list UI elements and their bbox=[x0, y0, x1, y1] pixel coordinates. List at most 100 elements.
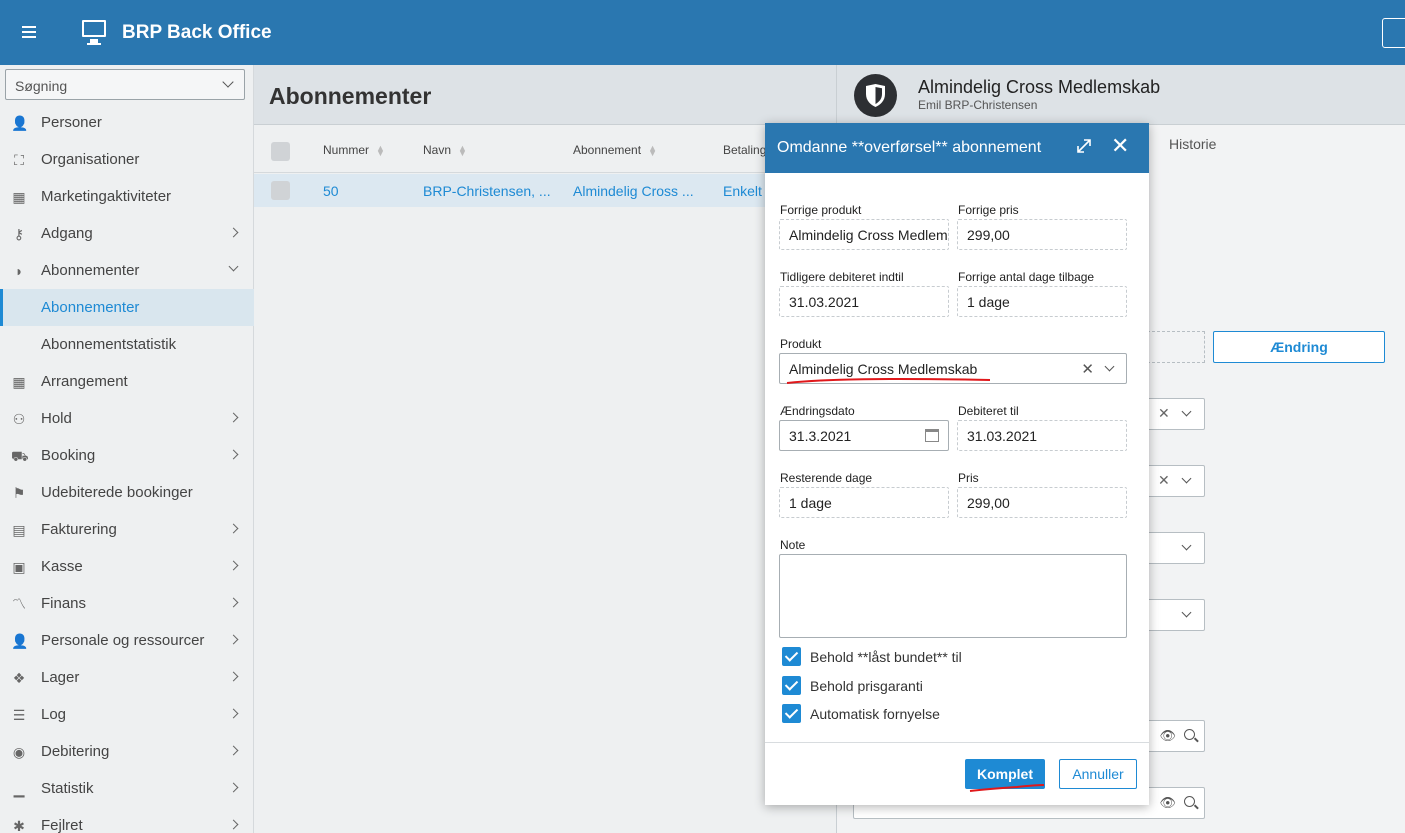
dialog-title: Omdanne **overførsel** abonnement bbox=[777, 139, 1042, 156]
chevron-right-icon bbox=[228, 412, 239, 423]
trend-icon: 〽 bbox=[12, 596, 26, 612]
chevron-down-icon[interactable] bbox=[1104, 361, 1115, 372]
sidebar-item[interactable]: 👤 Personale og ressourcer bbox=[0, 622, 254, 659]
sort-icon: ▲ ▼ bbox=[376, 142, 385, 158]
sidebar-item-label: Fakturering bbox=[41, 521, 117, 538]
detail-select[interactable] bbox=[1147, 599, 1205, 631]
sidebar-item[interactable]: ▣ Kasse bbox=[0, 548, 254, 585]
annotation-underline bbox=[786, 378, 991, 384]
prev-product-field: Almindelig Cross Medlemskab bbox=[779, 219, 949, 250]
flag-icon: ⚑ bbox=[12, 485, 26, 501]
eye-icon: 👁 bbox=[1159, 795, 1176, 810]
eye-icon: 👁 bbox=[1159, 728, 1176, 743]
sidebar-item-label: Debitering bbox=[41, 743, 110, 760]
chevron-right-icon bbox=[228, 227, 239, 238]
expand-icon[interactable] bbox=[1075, 137, 1093, 155]
topbar-right-button[interactable] bbox=[1382, 18, 1405, 48]
person-icon: 👤 bbox=[11, 115, 29, 131]
group-icon: ⚇ bbox=[12, 411, 26, 427]
prev-billed-field: 31.03.2021 bbox=[779, 286, 949, 317]
chevron-right-icon bbox=[228, 708, 239, 719]
sidebar-item[interactable]: 〽 Finans bbox=[0, 585, 254, 622]
tab-history[interactable]: Historie bbox=[1169, 136, 1216, 152]
prev-billed-label: Tidligere debiteret indtil bbox=[780, 270, 904, 284]
chevron-right-icon bbox=[228, 819, 239, 830]
chevron-down-icon bbox=[1181, 406, 1192, 417]
table-header: Nummer ▲ ▼ Navn ▲ ▼ Abonnement ▲ ▼ Betaling bbox=[254, 125, 836, 173]
sidebar-item-label: Hold bbox=[41, 410, 72, 427]
sidebar-item-label: Lager bbox=[41, 669, 80, 686]
prev-price-field: 299,00 bbox=[957, 219, 1127, 250]
keep-locked-label: Behold **låst bundet** til bbox=[810, 649, 962, 665]
sort-icon: ▲ ▼ bbox=[458, 142, 467, 158]
keep-locked-checkbox[interactable] bbox=[782, 647, 801, 666]
cell-nummer[interactable]: 50 bbox=[323, 183, 339, 199]
sidebar-item[interactable]: ▤ Fakturering bbox=[0, 511, 254, 548]
change-date-value: 31.3.2021 bbox=[789, 428, 852, 444]
chevron-right-icon bbox=[228, 634, 239, 645]
sidebar-item[interactable]: ☰ Log bbox=[0, 696, 254, 733]
sidebar-item[interactable]: ❖ Lager bbox=[0, 659, 254, 696]
sidebar-item[interactable]: ◗ Abonnementer bbox=[0, 252, 254, 289]
clear-icon[interactable]: ✕ bbox=[1081, 360, 1094, 378]
column-header-abonnement[interactable]: Abonnement ▲ ▼ bbox=[573, 143, 657, 157]
bug-icon: ✱ bbox=[13, 818, 25, 833]
select-all-checkbox[interactable] bbox=[271, 142, 290, 161]
page-title: Abonnementer bbox=[269, 83, 432, 109]
cancel-button[interactable]: Annuller bbox=[1059, 759, 1137, 789]
boxes-icon: ❖ bbox=[12, 670, 26, 686]
annotation-underline bbox=[969, 784, 1045, 792]
close-icon[interactable]: ✕ bbox=[1111, 135, 1129, 157]
sidebar-item[interactable]: Abonnementstatistik bbox=[0, 326, 254, 363]
invoice-icon: ▤ bbox=[12, 522, 26, 538]
detail-select[interactable] bbox=[1147, 532, 1205, 564]
auto-renew-checkbox[interactable] bbox=[782, 704, 801, 723]
key-icon: ⚷ bbox=[13, 226, 25, 242]
note-label: Note bbox=[780, 538, 806, 552]
calendar-icon[interactable] bbox=[925, 429, 939, 442]
change-date-label: Ændringsdato bbox=[780, 404, 855, 418]
sidebar-item[interactable]: ⚷ Adgang bbox=[0, 215, 254, 252]
sidebar-item[interactable]: ⚇ Hold bbox=[0, 400, 254, 437]
search-icon bbox=[1184, 729, 1195, 740]
hamburger-menu-icon[interactable] bbox=[22, 26, 36, 41]
keep-price-guarantee-label: Behold prisgaranti bbox=[810, 678, 923, 694]
note-textarea[interactable] bbox=[779, 554, 1127, 638]
prev-price-label: Forrige pris bbox=[958, 203, 1019, 217]
sidebar-item[interactable]: ▁ Statistik bbox=[0, 770, 254, 807]
sidebar-item[interactable]: ⚑ Udebiterede bookinger bbox=[0, 474, 254, 511]
dialog-header: Omdanne **overførsel** abonnement ✕ bbox=[765, 123, 1149, 173]
search-icon bbox=[1184, 796, 1195, 807]
change-date-field[interactable]: 31.3.2021 bbox=[779, 420, 949, 451]
sidebar-item[interactable]: 👤 Personer bbox=[0, 104, 254, 141]
sidebar-item[interactable]: ⛟ Booking bbox=[0, 437, 254, 474]
sidebar-item-label: Adgang bbox=[41, 225, 93, 242]
detail-select[interactable]: ✕ bbox=[1147, 465, 1205, 497]
chevron-right-icon bbox=[228, 745, 239, 756]
cell-abonnement[interactable]: Almindelig Cross ... bbox=[573, 183, 694, 199]
cell-navn[interactable]: BRP-Christensen, ... bbox=[423, 183, 551, 199]
sidebar-item[interactable]: ▦ Marketingaktiviteter bbox=[0, 178, 254, 215]
dialog-footer-divider bbox=[765, 742, 1149, 743]
clear-icon: ✕ bbox=[1158, 405, 1170, 421]
sidebar-item[interactable]: ◉ Debitering bbox=[0, 733, 254, 770]
column-header-navn[interactable]: Navn ▲ ▼ bbox=[423, 143, 467, 157]
sidebar-item[interactable]: Abonnementer bbox=[0, 289, 254, 326]
sidebar-item-label: Booking bbox=[41, 447, 96, 464]
row-checkbox[interactable] bbox=[271, 181, 290, 200]
search-select[interactable]: Søgning bbox=[5, 69, 245, 100]
keep-price-guarantee-checkbox[interactable] bbox=[782, 676, 801, 695]
sidebar-item[interactable]: ⛶ Organisationer bbox=[0, 141, 254, 178]
column-header-betaling[interactable]: Betaling bbox=[723, 143, 766, 157]
chevron-right-icon bbox=[228, 523, 239, 534]
cell-betaling[interactable]: Enkelt bbox=[723, 183, 762, 199]
column-header-nummer[interactable]: Nummer ▲ ▼ bbox=[323, 143, 385, 157]
sidebar-item[interactable]: ✱ Fejlret bbox=[0, 807, 254, 833]
detail-select[interactable]: ✕ bbox=[1147, 398, 1205, 430]
table-row[interactable]: 50 BRP-Christensen, ... Almindelig Cross… bbox=[254, 174, 836, 207]
change-button[interactable]: Ændring bbox=[1213, 331, 1385, 363]
sidebar-item[interactable]: ▦ Arrangement bbox=[0, 363, 254, 400]
billed-to-label: Debiteret til bbox=[958, 404, 1019, 418]
chevron-down-icon bbox=[1181, 473, 1192, 484]
chevron-right-icon bbox=[228, 449, 239, 460]
